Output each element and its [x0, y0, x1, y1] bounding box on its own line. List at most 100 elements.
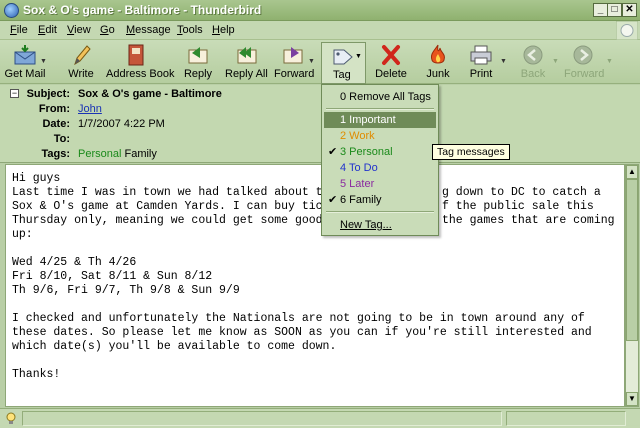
- from-link[interactable]: John: [78, 103, 102, 115]
- address-book-icon: [128, 44, 144, 66]
- menu-tag-label: 1 Important: [340, 114, 396, 126]
- body-line: up:: [12, 228, 33, 241]
- body-line: I checked and unfortunately the National…: [12, 312, 585, 325]
- print-button[interactable]: Print: [466, 42, 496, 82]
- menu-tag-item[interactable]: ✔ 6 Family: [324, 192, 436, 208]
- menu-remove-all-tags[interactable]: 0 Remove All Tags: [324, 89, 436, 105]
- subject-value: Sox & O's game - Baltimore: [78, 88, 222, 100]
- back-dropdown-icon[interactable]: ▼: [552, 58, 559, 65]
- status-bar: [0, 408, 640, 428]
- get-mail-dropdown-icon[interactable]: ▼: [40, 58, 47, 65]
- reply-icon: [188, 47, 208, 64]
- forward-nav-button[interactable]: Forward: [564, 42, 604, 82]
- scroll-thumb[interactable]: [626, 179, 638, 341]
- menu-tag-item[interactable]: 2 Work: [324, 128, 436, 144]
- vertical-scrollbar[interactable]: ▲ ▼: [625, 164, 639, 407]
- body-line-fragment: the games that are coming: [442, 214, 615, 227]
- forward-button[interactable]: Forward: [274, 42, 314, 82]
- menu-separator: [326, 108, 434, 110]
- menu-tag-item[interactable]: 5 Later: [324, 176, 436, 192]
- menu-tag-item[interactable]: 1 Important: [324, 112, 436, 128]
- tag-button[interactable]: ▼ Tag: [321, 42, 366, 84]
- body-line: Thanks!: [12, 368, 61, 381]
- menu-edit[interactable]: Edit: [38, 24, 57, 36]
- forward-arrow-icon: [573, 45, 593, 65]
- close-button[interactable]: ✕: [622, 3, 637, 17]
- body-line: Thursday only, meaning we could get some…: [12, 214, 323, 227]
- delete-x-icon: [382, 45, 400, 65]
- body-line: these dates. So please let me know as SO…: [12, 326, 592, 339]
- forward-mail-icon: [283, 47, 303, 64]
- body-line: Wed 4/25 & Th 4/26: [12, 256, 137, 269]
- back-arrow-icon: [523, 45, 543, 65]
- printer-icon: [470, 45, 492, 65]
- menu-separator: [326, 211, 434, 213]
- checkmark-icon: ✔: [328, 146, 338, 158]
- message-body[interactable]: Hi guys Last time I was in town we had t…: [5, 164, 625, 407]
- body-line-fragment: f the public sale this: [442, 200, 594, 213]
- tag-button-label: Tag: [333, 69, 351, 81]
- window-title: Sox & O's game - Baltimore - Thunderbird: [23, 3, 262, 17]
- menu-tag-label: 3 Personal: [340, 146, 393, 158]
- reply-button[interactable]: Reply: [182, 42, 214, 82]
- body-line: Fri 8/10, Sat 8/11 & Sun 8/12: [12, 270, 213, 283]
- junk-flame-icon: [431, 44, 445, 64]
- menu-bar: File Edit View Go Message Tools Help: [0, 21, 640, 40]
- date-value: 1/7/2007 4:22 PM: [78, 118, 165, 130]
- body-line: Hi guys: [12, 172, 61, 185]
- to-label: To:: [53, 133, 70, 145]
- delete-button[interactable]: Delete: [374, 42, 408, 82]
- tag-personal: Personal: [78, 148, 122, 160]
- back-button[interactable]: Back: [518, 42, 548, 82]
- message-header-pane: − Subject: Sox & O's game - Baltimore Fr…: [0, 85, 640, 163]
- tag-tooltip: Tag messages: [432, 144, 510, 160]
- title-bar: Sox & O's game - Baltimore - Thunderbird…: [0, 0, 640, 21]
- menu-help[interactable]: Help: [212, 24, 235, 36]
- tags-label: Tags:: [41, 148, 70, 160]
- body-line: which date(s) you'll be available to com…: [12, 340, 337, 353]
- tag-family: Family: [124, 148, 157, 160]
- menu-tag-label: 2 Work: [340, 130, 375, 142]
- get-mail-icon: [14, 45, 36, 65]
- maximize-button[interactable]: □: [607, 3, 622, 17]
- menu-tag-label: 6 Family: [340, 194, 382, 206]
- pencil-icon: [74, 45, 91, 66]
- reply-all-icon: [237, 47, 257, 64]
- tags-value: Personal Family: [78, 148, 157, 160]
- scroll-down-icon[interactable]: ▼: [626, 392, 638, 406]
- menu-view[interactable]: View: [67, 24, 91, 36]
- body-line-fragment: g down to DC to catch a: [442, 186, 601, 199]
- forward-dropdown-icon[interactable]: ▼: [308, 58, 315, 65]
- menu-new-tag[interactable]: New Tag...: [324, 217, 436, 233]
- print-dropdown-icon[interactable]: ▼: [500, 58, 507, 65]
- address-book-button[interactable]: Address Book: [106, 42, 174, 82]
- activity-throbber-icon: [616, 21, 638, 40]
- thunderbird-app-icon[interactable]: [4, 3, 19, 18]
- tag-dropdown-menu: 0 Remove All Tags 1 Important 2 Work ✔ 3 Pe…: [321, 84, 439, 236]
- reply-all-button[interactable]: Reply All: [225, 42, 268, 82]
- status-text: [22, 411, 502, 426]
- menu-message[interactable]: Message: [126, 24, 171, 36]
- menu-tag-item[interactable]: 4 To Do: [324, 160, 436, 176]
- forward-nav-dropdown-icon[interactable]: ▼: [606, 58, 613, 65]
- tag-icon: [333, 49, 353, 65]
- menu-tag-label: 4 To Do: [340, 162, 378, 174]
- minimize-button[interactable]: _: [593, 3, 608, 17]
- checkmark-icon: ✔: [328, 194, 338, 206]
- write-button[interactable]: Write: [64, 42, 98, 82]
- offline-status-icon[interactable]: [6, 412, 16, 425]
- menu-tools[interactable]: Tools: [177, 24, 203, 36]
- junk-button[interactable]: Junk: [424, 42, 452, 82]
- menu-tag-label: 5 Later: [340, 178, 375, 190]
- tag-dropdown-icon[interactable]: ▼: [355, 53, 362, 60]
- menu-go[interactable]: Go: [100, 24, 115, 36]
- status-progress: [506, 411, 626, 426]
- body-line: Last time I was in town we had talked ab…: [12, 186, 330, 199]
- body-line: Th 9/6, Fri 9/7, Th 9/8 & Sun 9/9: [12, 284, 240, 297]
- date-label: Date:: [42, 118, 70, 130]
- subject-label: Subject:: [26, 88, 70, 100]
- scroll-up-icon[interactable]: ▲: [626, 165, 638, 179]
- from-label: From:: [38, 103, 70, 115]
- menu-file[interactable]: File: [10, 24, 28, 36]
- menu-tag-item[interactable]: ✔ 3 Personal: [324, 144, 436, 160]
